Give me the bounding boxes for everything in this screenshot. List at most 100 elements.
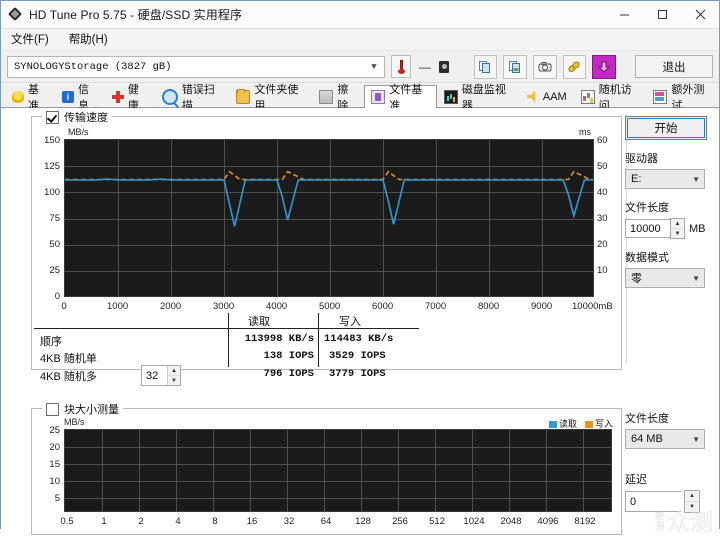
watermark-big: 众测 <box>667 509 713 535</box>
exit-button[interactable]: 退出 <box>635 55 713 78</box>
watermark: 新 浪 众测 <box>655 511 713 534</box>
file-benchmark-icon <box>371 90 386 104</box>
tab-disk-monitor[interactable]: 磁盘监视器 <box>437 84 520 112</box>
transfer-rate-checkbox[interactable]: 传输速度 <box>42 109 112 125</box>
ytick-left: 50 <box>49 239 60 250</box>
results-row-read: 138 IOPS <box>263 350 314 362</box>
stepper-down-icon[interactable]: ▼ <box>671 229 684 238</box>
file-length-stepper[interactable]: 10000 ▲ ▼ MB <box>625 218 713 239</box>
drive-select[interactable]: SYNOLOGYStorage (3827 gB) ▼ <box>7 55 385 78</box>
link-icon[interactable] <box>562 54 587 79</box>
results-row-write: 114483 KB/s <box>324 333 394 345</box>
results-col-write: 写入 <box>339 316 361 328</box>
results-row-write: 3529 IOPS <box>329 350 386 362</box>
transfer-rate-label: 传输速度 <box>64 112 108 124</box>
xtick: 1024 <box>463 516 485 527</box>
stepper-buttons[interactable]: ▲ ▼ <box>670 218 685 239</box>
stepper-up-icon[interactable]: ▲ <box>685 491 699 502</box>
temperature-value: — <box>419 59 432 74</box>
close-icon[interactable] <box>681 1 719 28</box>
download-icon[interactable] <box>592 54 616 79</box>
xtick: 2000 <box>160 301 182 312</box>
hdd-icon <box>439 60 449 73</box>
ytick-left: 125 <box>44 161 60 172</box>
start-button[interactable]: 开始 <box>625 116 707 140</box>
xtick: 2 <box>138 516 144 527</box>
drive-dropdown[interactable]: E: ▼ <box>625 169 705 189</box>
data-pattern-dropdown[interactable]: 零 ▼ <box>625 268 705 288</box>
drive-select-value: SYNOLOGYStorage (3827 gB) <box>14 60 172 73</box>
folder-icon <box>236 88 251 104</box>
minimize-icon[interactable] <box>605 1 643 28</box>
xtick: 7000 <box>425 301 447 312</box>
toolbar: SYNOLOGYStorage (3827 gB) ▼ — 退出 <box>1 51 719 83</box>
tab-random-access[interactable]: 随机访问 <box>574 84 647 112</box>
xtick: 32 <box>283 516 295 527</box>
block-file-length-value: 64 MB <box>631 433 663 445</box>
ytick-left: 5 <box>54 493 60 504</box>
tab-file-benchmark[interactable]: 文件基准 <box>364 84 437 112</box>
block-size-panel: 块大小测量 MB/s 读取 写入 25 20 15 10 5 0.5 1 2 4… <box>31 401 622 535</box>
tab-extra-tests[interactable]: 额外测试 <box>646 84 719 112</box>
ytick-left: 75 <box>49 213 60 224</box>
maximize-icon[interactable] <box>643 1 681 28</box>
xtick: 4 <box>175 516 181 527</box>
watermark-small: 新 浪 <box>655 511 665 533</box>
random-access-icon <box>580 89 595 104</box>
tab-error-scan[interactable]: 错误扫描 <box>155 84 230 112</box>
menu-bar: 文件(F) 帮助(H) <box>1 29 719 51</box>
temperature-button[interactable] <box>391 55 412 78</box>
camera-icon[interactable] <box>532 54 557 79</box>
tab-benchmark[interactable]: 基准 <box>5 84 55 112</box>
stepper-up-icon[interactable]: ▲ <box>168 366 180 376</box>
results-row-read: 113998 KB/s <box>244 333 314 345</box>
ytick-left: 25 <box>49 265 60 276</box>
bar-chart-icon <box>443 89 458 104</box>
side-panel-top: 开始 驱动器 E: ▼ 文件长度 10000 ▲ ▼ MB 数据模式 零 ▼ <box>623 108 713 288</box>
side-panel-bottom: 文件长度 64 MB ▼ 延迟 0 ▲ ▼ <box>623 408 713 513</box>
tab-folder-usage[interactable]: 文件夹使用 <box>229 84 312 112</box>
tab-aam[interactable]: AAM <box>520 85 574 107</box>
xtick: 0 <box>61 301 67 312</box>
tab-erase[interactable]: 擦除 <box>312 84 364 112</box>
copy-image-icon[interactable] <box>503 54 527 79</box>
stepper-up-icon[interactable]: ▲ <box>671 219 684 229</box>
delay-label: 延迟 <box>625 474 647 486</box>
xtick: 16 <box>246 516 258 527</box>
main-content: 传输速度 MB/s ms 150 125 100 75 50 25 0 60 5… <box>1 108 719 538</box>
tab-info[interactable]: 信息 <box>55 84 105 112</box>
tab-health[interactable]: 健康 <box>105 84 155 112</box>
checkbox-box <box>46 402 59 416</box>
xtick: 8 <box>212 516 218 527</box>
block-size-checkbox[interactable]: 块大小测量 <box>42 401 123 417</box>
ytick-right: 20 <box>597 239 608 250</box>
ytick-right: 60 <box>597 135 608 146</box>
block-file-length-dropdown[interactable]: 64 MB ▼ <box>625 429 705 449</box>
title-bar: HD Tune Pro 5.75 - 硬盘/SSD 实用程序 <box>1 1 719 29</box>
block-size-label: 块大小测量 <box>64 404 119 416</box>
ytick-left: 100 <box>44 187 60 198</box>
file-length-label: 文件长度 <box>625 202 669 214</box>
ytick-left: 150 <box>44 135 60 146</box>
results-row-label: 顺序 <box>40 336 62 348</box>
app-logo-icon <box>7 6 23 22</box>
file-length-unit: MB <box>689 222 706 235</box>
stepper-down-icon[interactable]: ▼ <box>168 376 180 385</box>
xtick: 5000 <box>319 301 341 312</box>
xtick: 64 <box>320 516 332 527</box>
xtick: 4096 <box>537 516 559 527</box>
queue-depth-stepper[interactable]: 32 ▲ ▼ <box>141 365 181 386</box>
drive-dropdown-value: E: <box>631 173 642 185</box>
extra-tests-icon <box>653 89 668 104</box>
copy-icon[interactable] <box>473 54 498 79</box>
xtick: 6000 <box>372 301 394 312</box>
chevron-down-icon: ▼ <box>692 273 700 283</box>
data-pattern-value: 零 <box>631 273 642 285</box>
window-title: HD Tune Pro 5.75 - 硬盘/SSD 实用程序 <box>29 8 243 22</box>
checkbox-box <box>46 110 59 124</box>
menu-help[interactable]: 帮助(H) <box>59 29 118 50</box>
health-cross-icon <box>111 90 124 103</box>
stepper-buttons[interactable]: ▲ ▼ <box>167 366 180 385</box>
file-length-value[interactable]: 10000 <box>625 219 670 238</box>
menu-file[interactable]: 文件(F) <box>1 29 59 50</box>
